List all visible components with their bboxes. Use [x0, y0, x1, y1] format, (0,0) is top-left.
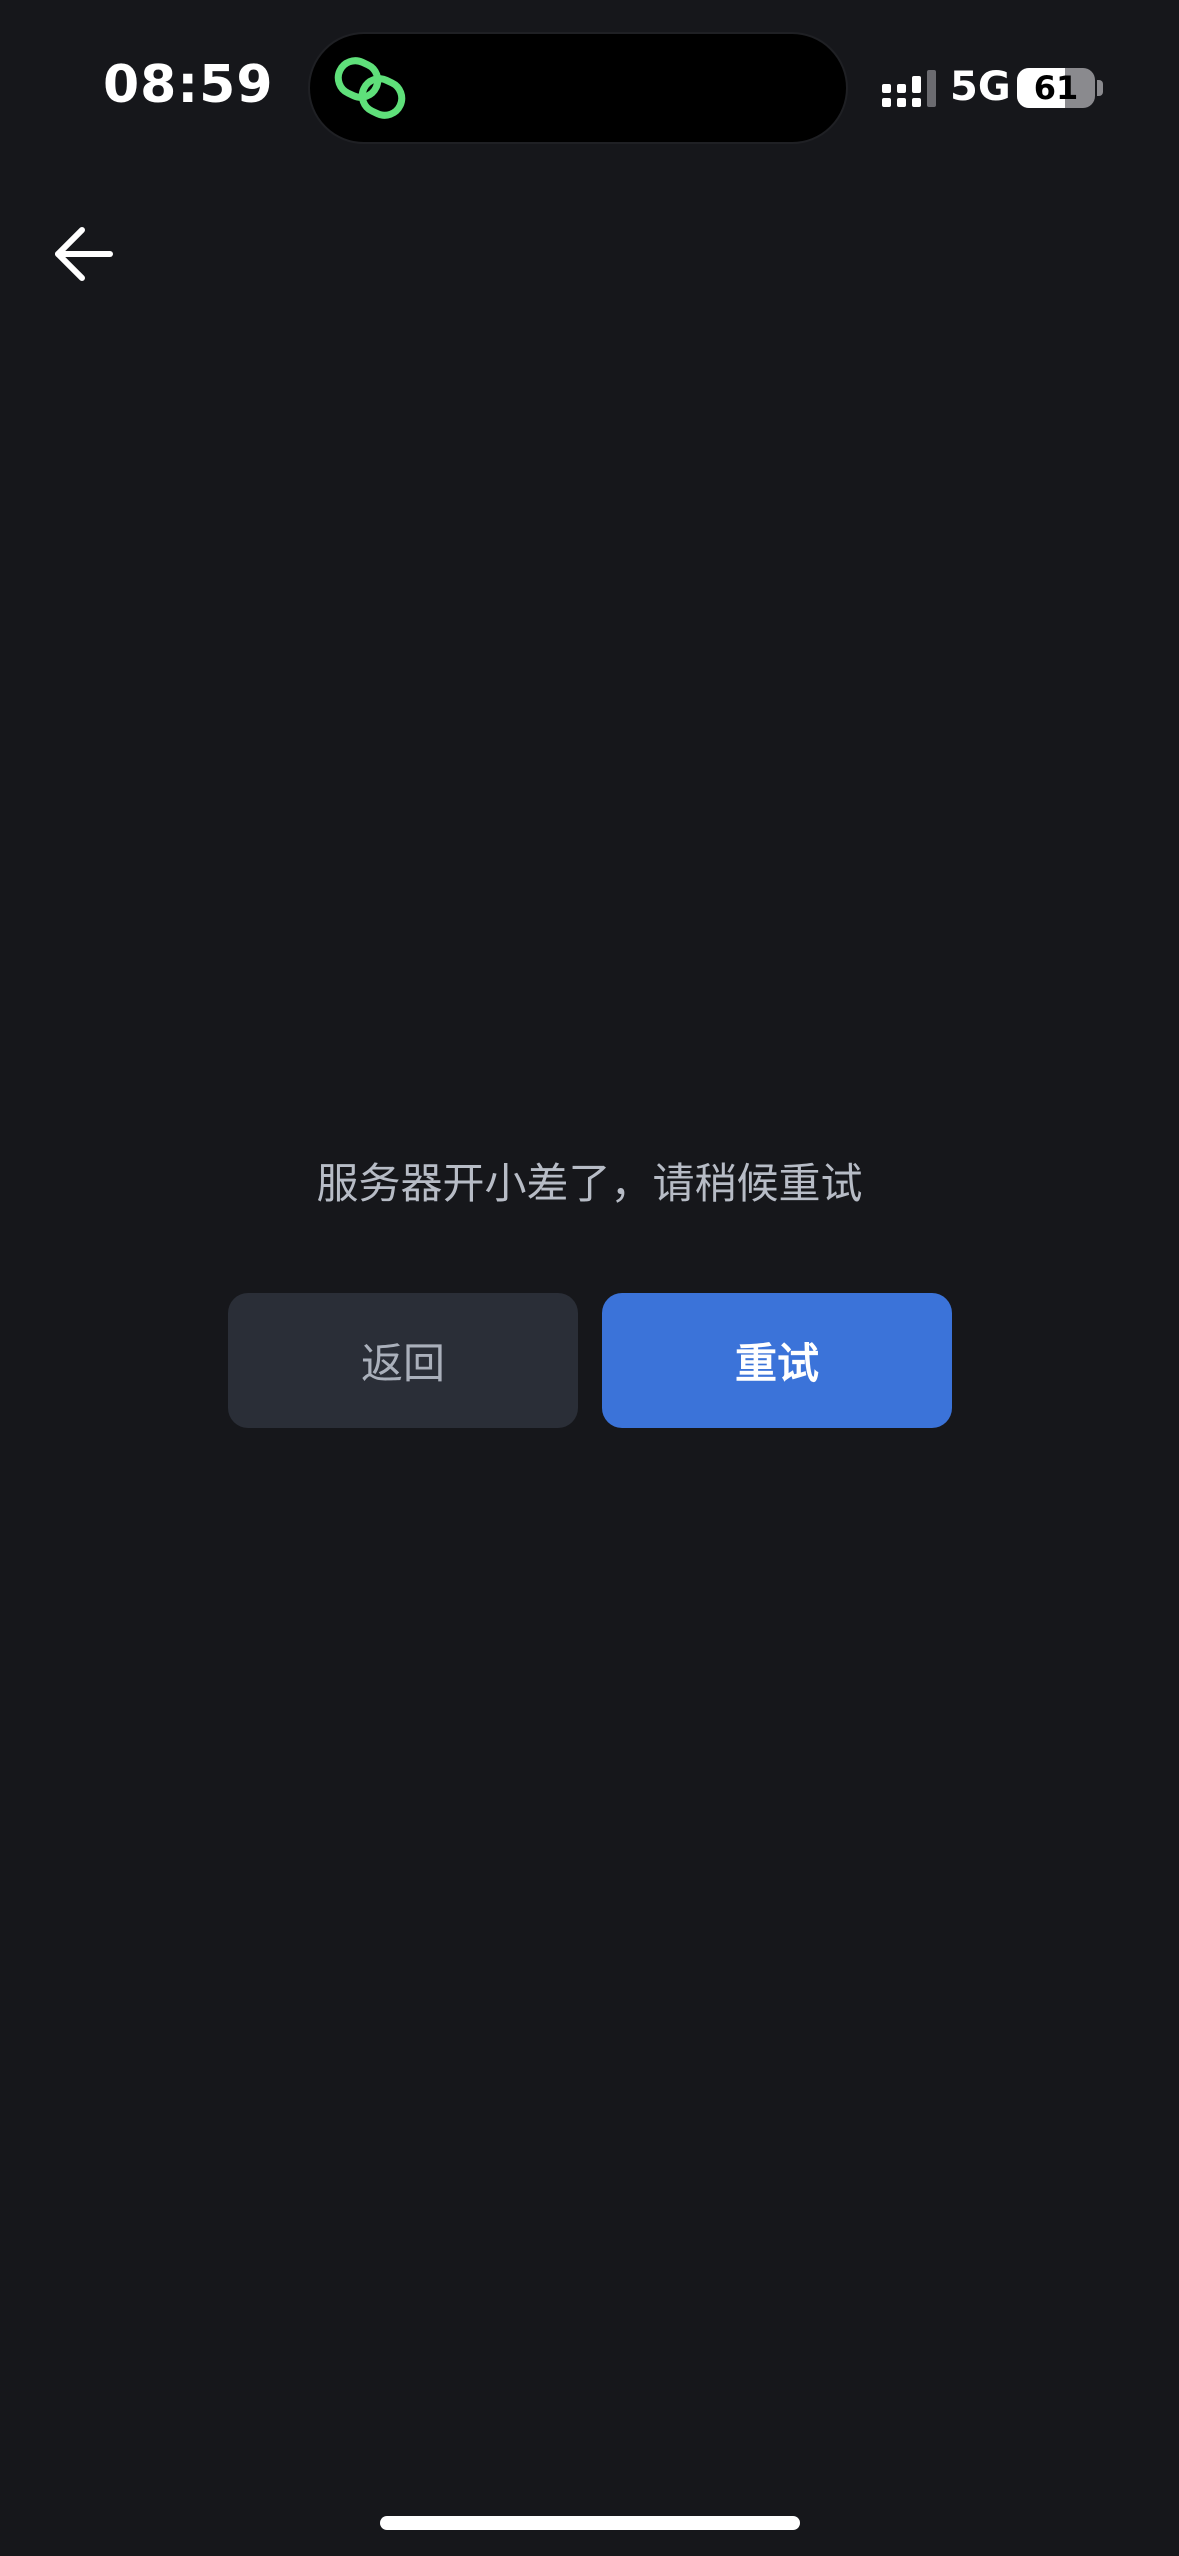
- retry-button-label: 重试: [734, 1339, 819, 1388]
- error-screen: 08:59 5G 61 服务器开小差了，请稍候重试 返回 重试: [0, 0, 1179, 2556]
- battery-level: 61: [1033, 69, 1079, 107]
- dynamic-island[interactable]: [308, 32, 848, 144]
- battery-tip: [1097, 80, 1103, 96]
- link-icon: [334, 57, 406, 119]
- back-button-label: 返回: [360, 1339, 445, 1388]
- retry-button[interactable]: 重试: [602, 1293, 952, 1428]
- error-message: 服务器开小差了，请稍候重试: [316, 1159, 863, 1208]
- status-time: 08:59: [103, 55, 274, 115]
- arrow-left-icon[interactable]: [52, 222, 116, 286]
- signal-bars-icon: [882, 70, 936, 107]
- back-button[interactable]: 返回: [228, 1293, 578, 1428]
- network-type: 5G: [950, 64, 1011, 110]
- battery-icon: 61: [1017, 68, 1095, 108]
- home-indicator[interactable]: [380, 2516, 800, 2530]
